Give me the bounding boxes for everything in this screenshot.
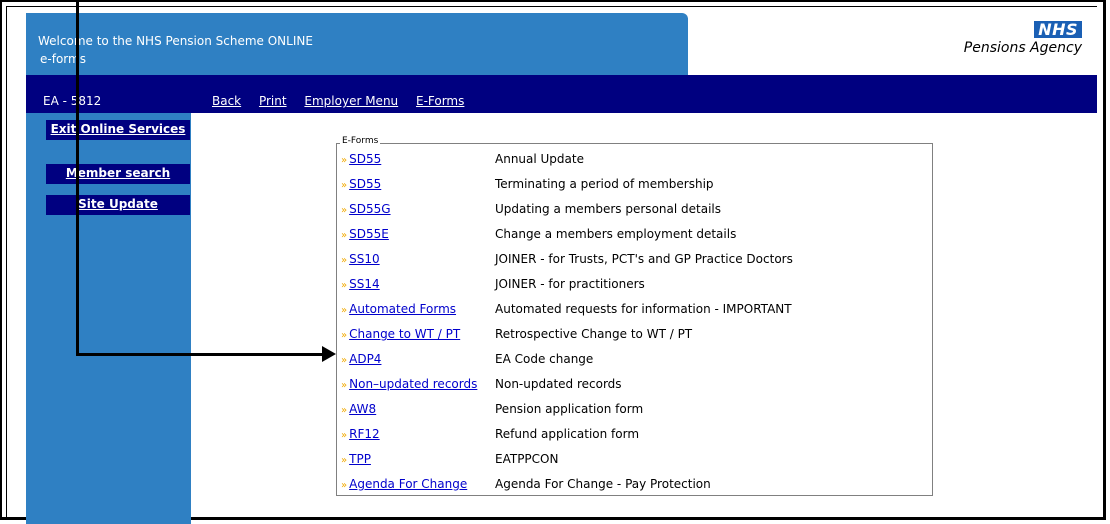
member-search-button[interactable]: Member search <box>46 164 190 184</box>
chevron-right-icon: » <box>341 180 348 191</box>
list-item: » SS14 JOINER - for practitioners <box>341 277 931 297</box>
form-description: Annual Update <box>495 152 584 166</box>
nav-employer-menu-link[interactable]: Employer Menu <box>304 94 398 108</box>
arrow-icon <box>322 346 336 362</box>
form-description: EA Code change <box>495 352 594 366</box>
form-description: Retrospective Change to WT / PT <box>495 327 693 341</box>
chevron-right-icon: » <box>341 405 348 416</box>
form-description: Refund application form <box>495 427 640 441</box>
chevron-right-icon: » <box>341 430 348 441</box>
list-item: » SS10 JOINER - for Trusts, PCT's and GP … <box>341 252 931 272</box>
form-link[interactable]: SS14 <box>349 277 380 291</box>
form-link[interactable]: ADP4 <box>349 352 381 366</box>
form-description: Change a members employment details <box>495 227 737 241</box>
chevron-right-icon: » <box>341 305 348 316</box>
sidebar: Exit Online Services Member search Site … <box>26 113 191 524</box>
form-link[interactable]: SD55 <box>349 152 381 166</box>
annotation-arrow-line <box>76 0 79 356</box>
list-item: » Agenda For Change Agenda For Change - P… <box>341 477 931 497</box>
chevron-right-icon: » <box>341 455 348 466</box>
annotation-arrow-line <box>76 353 324 356</box>
chevron-right-icon: » <box>341 230 348 241</box>
nav-back-link[interactable]: Back <box>212 94 241 108</box>
list-item: » Change to WT / PT Retrospective Change … <box>341 327 931 347</box>
nav-bar: EA - 5812 Back Print Employer Menu E-For… <box>26 75 1097 113</box>
list-item: » SD55G Updating a members personal detai… <box>341 202 931 222</box>
chevron-right-icon: » <box>341 155 348 166</box>
form-link[interactable]: Change to WT / PT <box>349 327 460 341</box>
form-link[interactable]: RF12 <box>349 427 380 441</box>
form-description: Updating a members personal details <box>495 202 721 216</box>
list-item: » SD55 Terminating a period of membership <box>341 177 931 197</box>
list-item: » AW8 Pension application form <box>341 402 931 422</box>
chevron-right-icon: » <box>341 380 348 391</box>
form-link[interactable]: Non–updated records <box>349 377 477 391</box>
list-item: » Non–updated records Non-updated records <box>341 377 931 397</box>
form-description: Automated requests for information - IMP… <box>495 302 792 316</box>
list-item: » TPP EATPPCON <box>341 452 931 472</box>
form-description: JOINER - for practitioners <box>495 277 645 291</box>
form-link[interactable]: AW8 <box>349 402 376 416</box>
form-link[interactable]: SS10 <box>349 252 380 266</box>
chevron-right-icon: » <box>341 330 348 341</box>
form-link[interactable]: SD55G <box>349 202 390 216</box>
eforms-legend: E-Forms <box>340 136 381 146</box>
nav-print-link[interactable]: Print <box>259 94 287 108</box>
form-description: Pension application form <box>495 402 644 416</box>
ea-code: EA - 5812 <box>43 94 102 108</box>
list-item: » ADP4 EA Code change <box>341 352 931 372</box>
nav-eforms-link[interactable]: E-Forms <box>416 94 464 108</box>
list-item: » SD55E Change a members employment detai… <box>341 227 931 247</box>
form-link[interactable]: SD55E <box>349 227 389 241</box>
form-link[interactable]: SD55 <box>349 177 381 191</box>
nhs-logo: NHS Pensions Agency <box>964 20 1082 56</box>
site-update-button[interactable]: Site Update <box>46 195 190 215</box>
nav-links: Back Print Employer Menu E-Forms <box>212 94 478 108</box>
form-description: Non-updated records <box>495 377 622 391</box>
form-link[interactable]: Automated Forms <box>349 302 456 316</box>
chevron-right-icon: » <box>341 355 348 366</box>
exit-online-services-button[interactable]: Exit Online Services <box>46 120 190 140</box>
form-description: EATPPCON <box>495 452 559 466</box>
form-link[interactable]: TPP <box>349 452 371 466</box>
chevron-right-icon: » <box>341 205 348 216</box>
list-item: » SD55 Annual Update <box>341 152 931 172</box>
welcome-title: Welcome to the NHS Pension Scheme ONLINE <box>38 34 313 48</box>
nhs-logo-text: Pensions Agency <box>963 40 1082 56</box>
welcome-banner: Welcome to the NHS Pension Scheme ONLINE… <box>26 13 688 75</box>
list-item: » RF12 Refund application form <box>341 427 931 447</box>
welcome-subtitle: e-forms <box>40 52 86 66</box>
eforms-group: E-Forms » SD55 Annual Update » SD55 Termin… <box>336 136 933 497</box>
nhs-logo-mark: NHS <box>1034 21 1082 38</box>
form-link[interactable]: Agenda For Change <box>349 477 467 491</box>
form-description: JOINER - for Trusts, PCT's and GP Practi… <box>495 252 793 266</box>
list-item: » Automated Forms Automated requests for … <box>341 302 931 322</box>
form-description: Agenda For Change - Pay Protection <box>495 477 711 491</box>
chevron-right-icon: » <box>341 280 348 291</box>
chevron-right-icon: » <box>341 480 348 491</box>
chevron-right-icon: » <box>341 255 348 266</box>
form-description: Terminating a period of membership <box>495 177 714 191</box>
